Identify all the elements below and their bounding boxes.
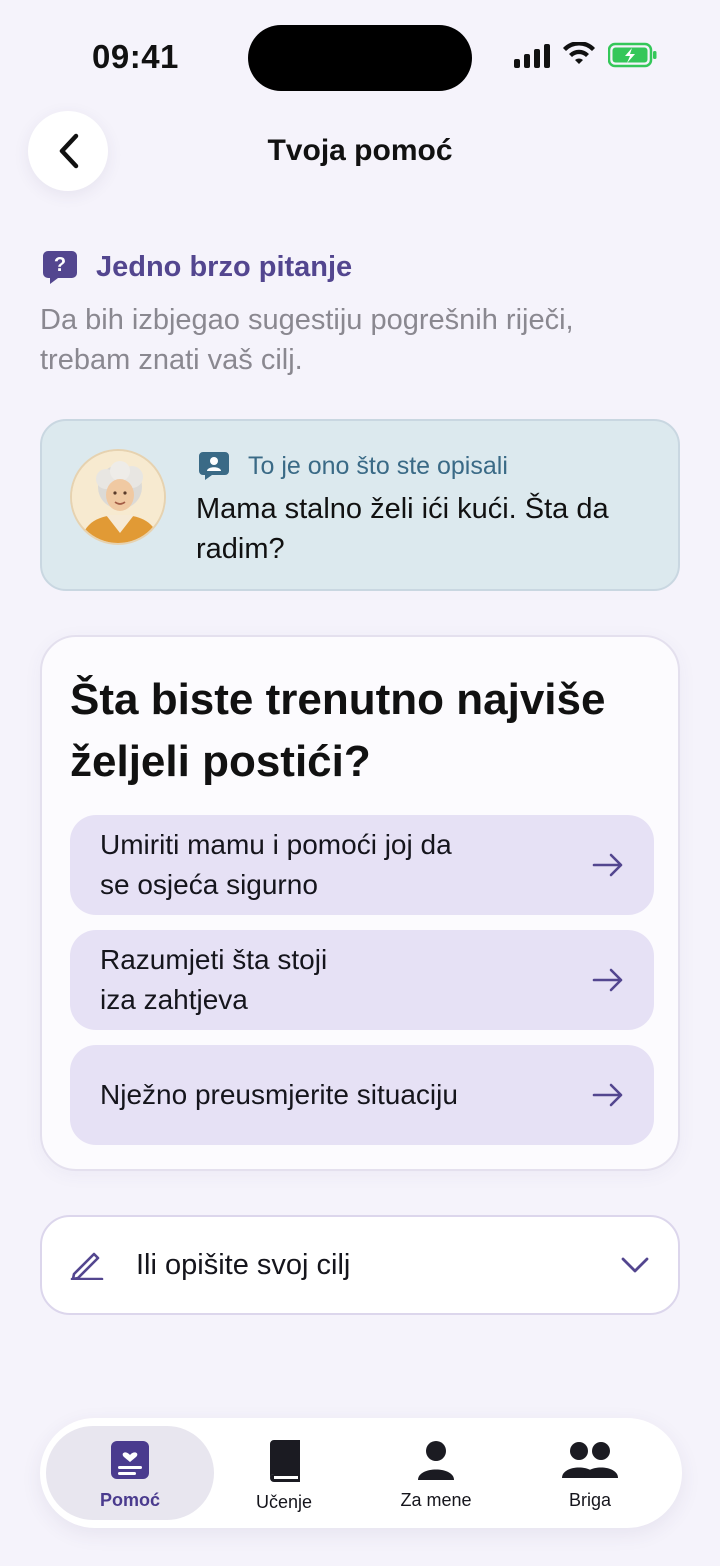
described-label-row: To je ono što ste opisali bbox=[198, 451, 508, 481]
person-chat-icon bbox=[199, 452, 229, 480]
described-card: To je ono što ste opisali Mama stalno že… bbox=[40, 419, 680, 591]
svg-text:?: ? bbox=[54, 254, 66, 276]
tab-pomoc[interactable]: Pomoć bbox=[46, 1426, 214, 1520]
page-title: Tvoja pomoć bbox=[267, 134, 453, 167]
dynamic-island bbox=[248, 25, 472, 91]
cellular-signal-icon bbox=[514, 42, 550, 68]
tab-label: Pomoć bbox=[99, 1490, 160, 1510]
tab-label: Učenje bbox=[255, 1492, 313, 1512]
wifi-icon bbox=[563, 42, 595, 64]
question-heading: Jedno brzo pitanje bbox=[96, 250, 353, 283]
goal-option-label: Nježno preusmjerite situaciju bbox=[100, 1079, 458, 1110]
described-text: Mama stalno želi ići kući. Šta da radim? bbox=[196, 493, 609, 565]
question-description: Da bih izbjegao sugestiju pogrešnih rije… bbox=[40, 304, 574, 376]
help-card-icon bbox=[111, 1441, 149, 1479]
describe-goal-dropdown[interactable]: Ili opišite svoj cilj bbox=[40, 1215, 680, 1315]
tab-ucenje[interactable]: Učenje bbox=[200, 1426, 368, 1520]
goal-option-label: Umiriti mamu i pomoći joj da se osjeća s… bbox=[100, 829, 452, 900]
question-heading-row: ? Jedno brzo pitanje bbox=[42, 249, 352, 285]
goals-card: Šta biste trenutno najviše željeli posti… bbox=[40, 635, 680, 1171]
tab-label: Za mene bbox=[400, 1490, 472, 1510]
chevron-down-icon bbox=[621, 1257, 649, 1273]
arrow-right-icon bbox=[592, 968, 623, 992]
book-icon bbox=[270, 1440, 300, 1482]
tab-label: Briga bbox=[568, 1490, 612, 1510]
goal-option-label: Razumjeti šta stoji iza zahtjeva bbox=[100, 944, 328, 1015]
described-label: To je ono što ste opisali bbox=[248, 451, 508, 480]
arrow-right-icon bbox=[592, 1083, 623, 1107]
describe-goal-label: Ili opišite svoj cilj bbox=[136, 1248, 351, 1281]
goal-option-redirect[interactable]: Nježno preusmjerite situaciju bbox=[70, 1045, 654, 1145]
tab-briga[interactable]: Briga bbox=[506, 1426, 674, 1520]
goal-option-calm[interactable]: Umiriti mamu i pomoći joj da se osjeća s… bbox=[70, 815, 654, 915]
bottom-tab-bar: Pomoć Učenje Za mene Briga bbox=[40, 1418, 682, 1528]
status-time: 09:41 bbox=[92, 38, 179, 75]
status-icons bbox=[514, 42, 658, 68]
goal-option-understand[interactable]: Razumjeti šta stoji iza zahtjeva bbox=[70, 930, 654, 1030]
avatar bbox=[70, 449, 166, 545]
tab-za-mene[interactable]: Za mene bbox=[352, 1426, 520, 1520]
person-icon bbox=[418, 1441, 454, 1480]
goals-title: Šta biste trenutno najviše željeli posti… bbox=[70, 675, 606, 786]
people-icon bbox=[562, 1442, 618, 1478]
battery-charging-icon bbox=[608, 42, 657, 68]
arrow-right-icon bbox=[592, 853, 623, 877]
question-bubble-icon: ? bbox=[43, 251, 77, 284]
pencil-icon bbox=[70, 1252, 104, 1280]
